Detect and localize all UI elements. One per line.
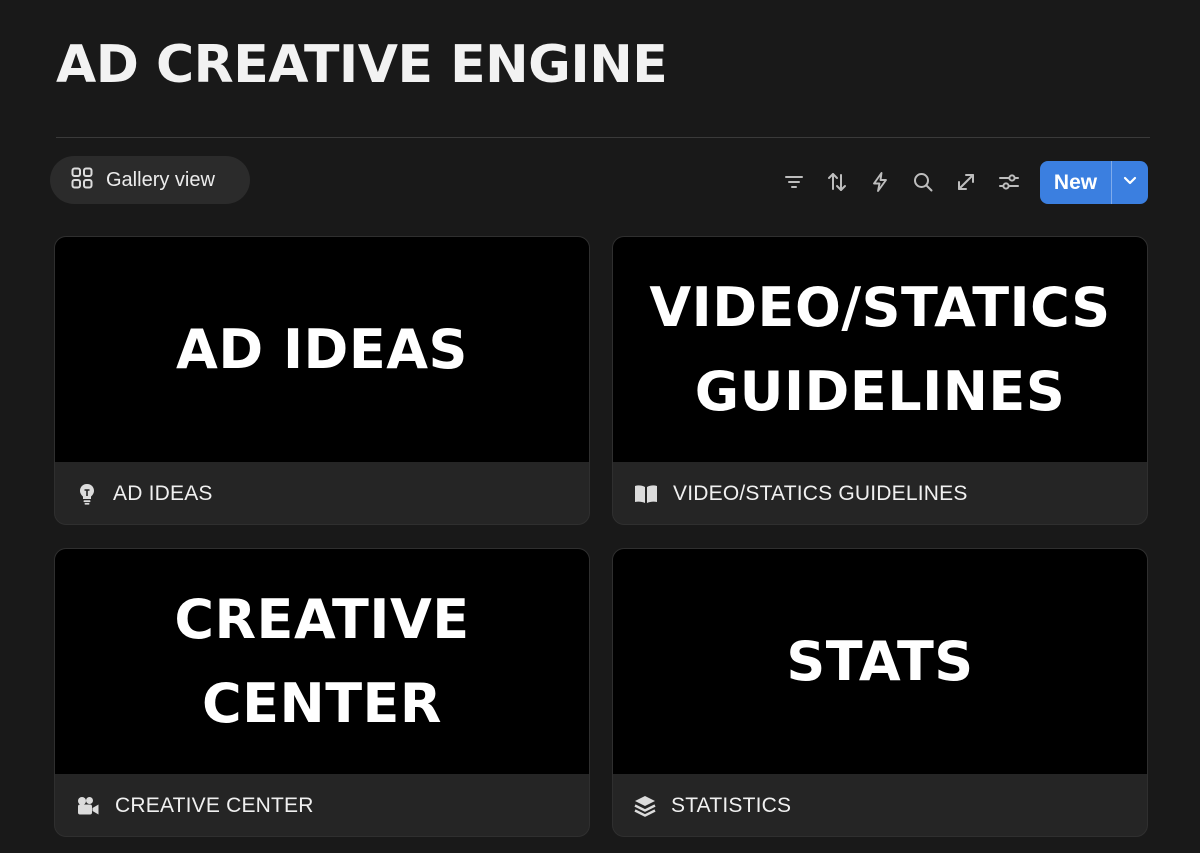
gallery-grid-icon bbox=[70, 166, 94, 195]
card-footer: STATISTICS bbox=[613, 774, 1147, 836]
automation-button[interactable] bbox=[864, 166, 896, 198]
card-title: CREATIVE CENTER bbox=[115, 794, 314, 817]
card-cover-text: CREATIVE CENTER bbox=[174, 587, 470, 735]
chevron-down-icon bbox=[1121, 171, 1139, 194]
card-cover-text: AD IDEAS bbox=[176, 317, 468, 381]
gallery-card-statistics[interactable]: STATS STATISTICS bbox=[612, 548, 1148, 837]
new-button[interactable]: New bbox=[1040, 161, 1111, 204]
title-divider bbox=[56, 137, 1150, 138]
view-settings-button[interactable] bbox=[993, 166, 1025, 198]
settings-sliders-icon bbox=[998, 171, 1020, 193]
card-footer: CREATIVE CENTER bbox=[55, 774, 589, 836]
card-title: AD IDEAS bbox=[113, 482, 213, 505]
toolbar-actions bbox=[778, 164, 1036, 200]
card-footer: AD IDEAS bbox=[55, 462, 589, 524]
filter-button[interactable] bbox=[778, 166, 810, 198]
search-icon bbox=[912, 171, 934, 193]
sort-button[interactable] bbox=[821, 166, 853, 198]
layers-stack-icon bbox=[633, 794, 657, 818]
card-title: STATISTICS bbox=[671, 794, 792, 817]
sort-icon bbox=[826, 171, 848, 193]
filter-icon bbox=[783, 171, 805, 193]
expand-button[interactable] bbox=[950, 166, 982, 198]
card-cover-text: STATS bbox=[786, 629, 974, 693]
lightbulb-icon bbox=[75, 482, 99, 506]
card-cover: VIDEO/STATICS GUIDELINES bbox=[613, 237, 1147, 462]
expand-icon bbox=[955, 171, 977, 193]
search-button[interactable] bbox=[907, 166, 939, 198]
gallery-card-creative-center[interactable]: CREATIVE CENTER CREATIVE CENTER bbox=[54, 548, 590, 837]
card-cover-text: VIDEO/STATICS GUIDELINES bbox=[649, 275, 1111, 423]
new-options-button[interactable] bbox=[1112, 161, 1148, 204]
card-footer: VIDEO/STATICS GUIDELINES bbox=[613, 462, 1147, 524]
page-title: AD CREATIVE ENGINE bbox=[56, 35, 668, 95]
gallery-card-video-statics-guidelines[interactable]: VIDEO/STATICS GUIDELINES VIDEO/STATICS G… bbox=[612, 236, 1148, 525]
card-cover: CREATIVE CENTER bbox=[55, 549, 589, 774]
open-book-icon bbox=[633, 482, 659, 506]
new-button-group: New bbox=[1040, 161, 1148, 204]
gallery-card-ad-ideas[interactable]: AD IDEAS AD IDEAS bbox=[54, 236, 590, 525]
video-camera-icon bbox=[75, 794, 101, 818]
card-cover: STATS bbox=[613, 549, 1147, 774]
card-cover: AD IDEAS bbox=[55, 237, 589, 462]
gallery-view-label: Gallery view bbox=[106, 168, 215, 191]
automation-lightning-icon bbox=[869, 171, 891, 193]
gallery-view-button[interactable]: Gallery view bbox=[50, 156, 250, 204]
card-title: VIDEO/STATICS GUIDELINES bbox=[673, 482, 968, 505]
